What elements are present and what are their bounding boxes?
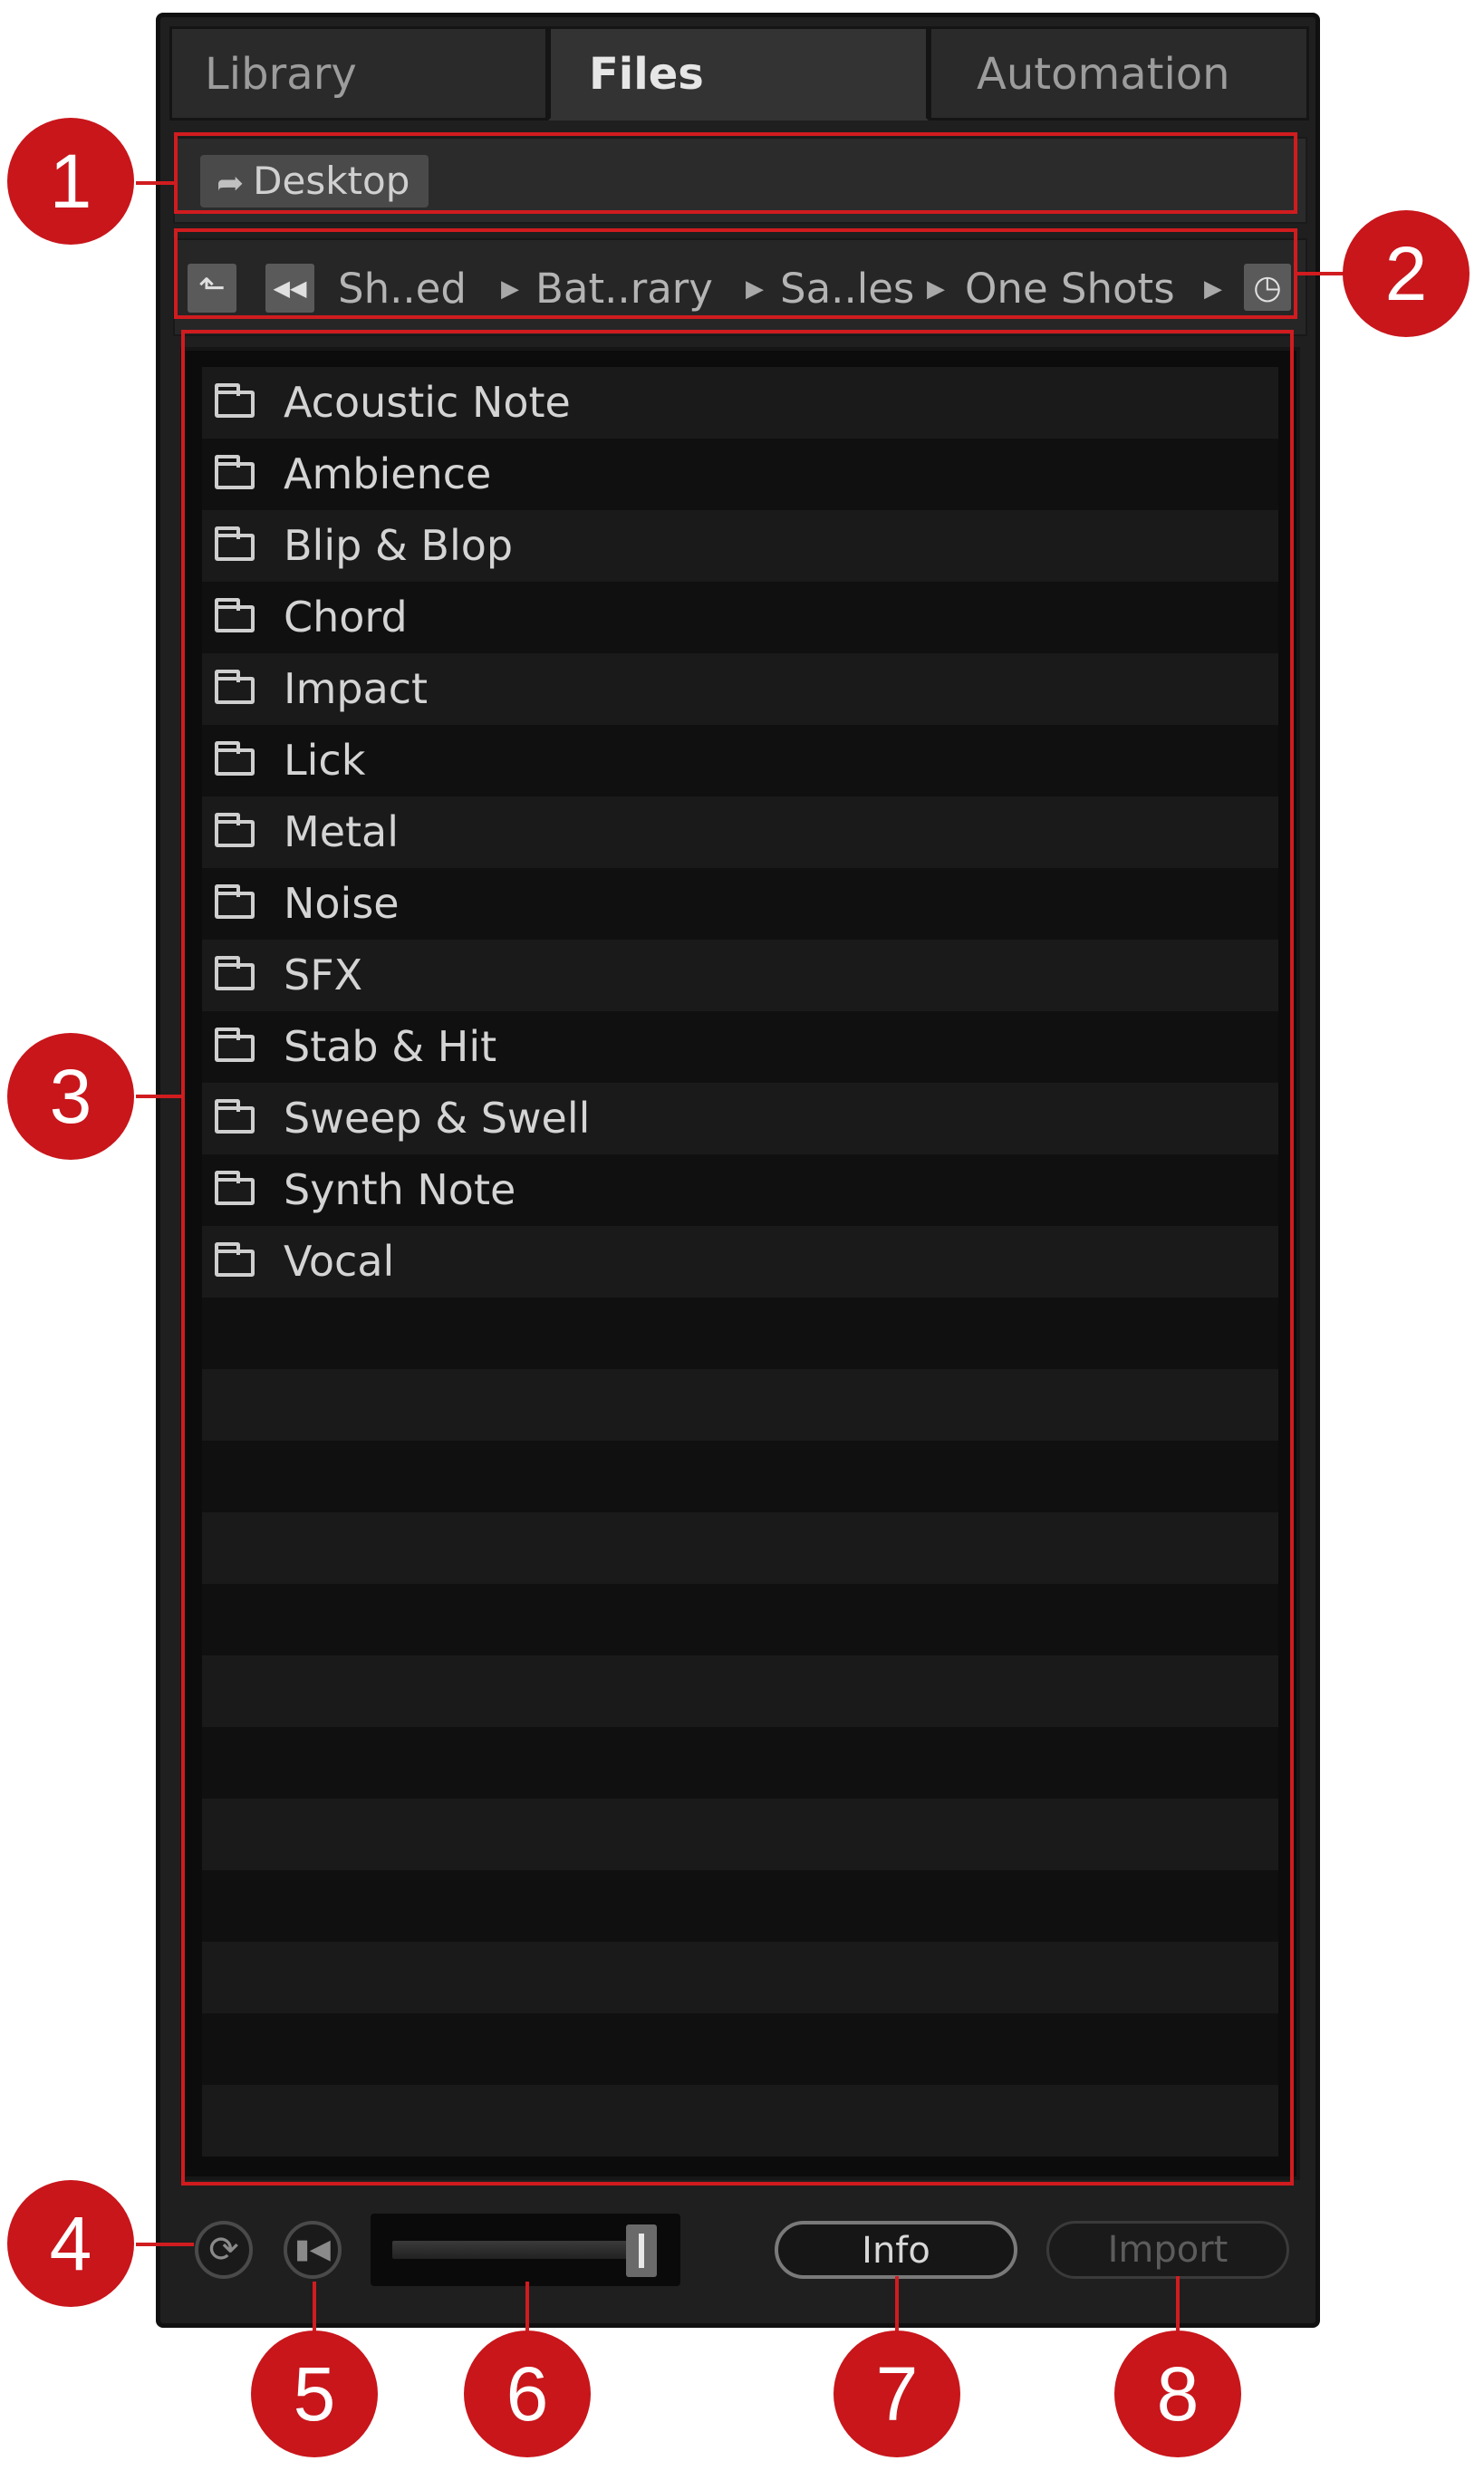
prehear-volume-slider[interactable] — [371, 2214, 680, 2286]
refresh-icon[interactable]: ⟳ — [195, 2221, 253, 2279]
callout-line — [1176, 2276, 1180, 2332]
highlight-file-list — [181, 330, 1294, 2186]
tab-automation[interactable]: Automation — [929, 26, 1309, 121]
callout-line — [313, 2282, 316, 2332]
import-button[interactable]: Import — [1046, 2221, 1289, 2279]
callout-line — [1296, 272, 1344, 275]
callout-line — [136, 2243, 194, 2246]
callout-badge-3: 3 — [7, 1033, 134, 1160]
tab-bar: Library Files Automation — [169, 26, 1309, 121]
callout-badge-8: 8 — [1114, 2330, 1241, 2457]
tab-files[interactable]: Files — [548, 26, 929, 121]
callout-badge-1: 1 — [7, 118, 134, 245]
callout-badge-6: 6 — [464, 2330, 591, 2457]
callout-badge-7: 7 — [834, 2330, 960, 2457]
callout-badge-2: 2 — [1343, 210, 1470, 337]
callout-line — [136, 1095, 185, 1098]
prehear-speaker-icon[interactable]: ▮◀ — [284, 2221, 342, 2279]
highlight-favorites — [174, 132, 1297, 214]
slider-track — [392, 2241, 628, 2259]
slider-handle[interactable] — [626, 2224, 657, 2277]
highlight-path — [174, 228, 1297, 319]
tab-library[interactable]: Library — [169, 26, 548, 121]
callout-badge-5: 5 — [251, 2330, 378, 2457]
info-button[interactable]: Info — [775, 2221, 1017, 2279]
callout-line — [136, 181, 178, 185]
callout-line — [895, 2276, 899, 2332]
callout-badge-4: 4 — [7, 2180, 134, 2307]
callout-line — [525, 2282, 529, 2332]
